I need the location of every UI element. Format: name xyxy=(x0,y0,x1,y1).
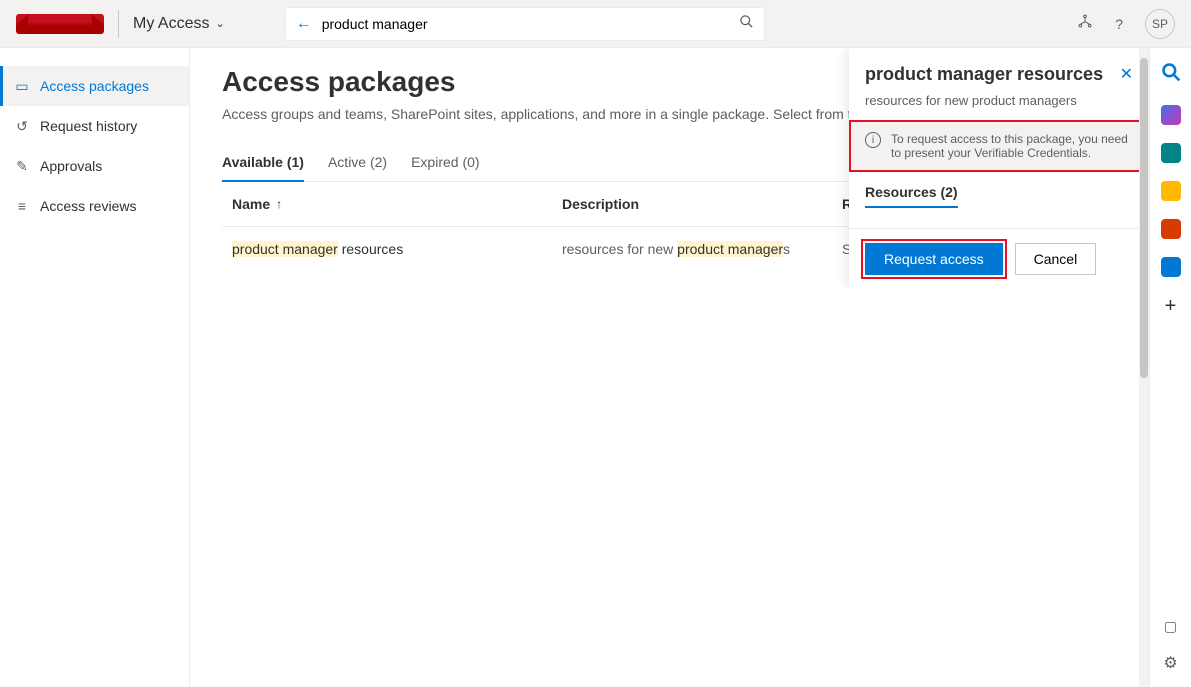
search-bar[interactable]: ← xyxy=(285,7,765,41)
app-switcher[interactable]: My Access ⌄ xyxy=(133,15,225,33)
sidebar-item-label: Request history xyxy=(40,118,137,134)
help-icon[interactable]: ? xyxy=(1115,16,1123,32)
app-name-label: My Access xyxy=(133,15,209,33)
rail-add-icon[interactable]: + xyxy=(1165,295,1177,318)
sidebar-item-label: Access reviews xyxy=(40,198,136,214)
sidebar: ▭ Access packages ↺ Request history ✎ Ap… xyxy=(0,48,190,687)
review-icon: ≡ xyxy=(14,198,30,214)
rail-office-icon[interactable] xyxy=(1161,219,1181,239)
tab-expired[interactable]: Expired (0) xyxy=(411,148,479,181)
highlight: product manager xyxy=(232,241,338,257)
info-icon: i xyxy=(865,132,881,148)
top-bar: My Access ⌄ ← ? SP xyxy=(0,0,1191,48)
search-icon[interactable] xyxy=(739,14,754,33)
close-icon[interactable]: ✕ xyxy=(1120,64,1133,84)
top-right-actions: ? SP xyxy=(1077,9,1175,39)
col-header-description[interactable]: Description xyxy=(562,196,842,212)
rail-briefcase-icon[interactable] xyxy=(1161,143,1181,163)
rail-outlook-icon[interactable] xyxy=(1161,257,1181,277)
scrollbar[interactable] xyxy=(1139,48,1149,687)
cell-description: resources for new product managers xyxy=(562,241,842,257)
approval-icon: ✎ xyxy=(14,158,30,175)
request-access-button[interactable]: Request access xyxy=(865,243,1003,275)
text: resources for new xyxy=(562,241,677,257)
right-rail: + ▢ ⚙ xyxy=(1149,48,1191,687)
rail-expand-icon[interactable]: ▢ xyxy=(1164,618,1177,635)
resources-tab[interactable]: Resources (2) xyxy=(865,184,958,208)
org-icon[interactable] xyxy=(1077,13,1093,34)
history-icon: ↺ xyxy=(14,118,30,135)
highlight: product manager xyxy=(677,241,783,257)
rail-search-icon[interactable] xyxy=(1161,62,1181,87)
sidebar-item-label: Approvals xyxy=(40,158,102,174)
content-wrapper: Access packages Access groups and teams,… xyxy=(190,48,1191,687)
tab-active[interactable]: Active (2) xyxy=(328,148,387,181)
divider xyxy=(118,10,119,38)
rail-settings-icon[interactable]: ⚙ xyxy=(1163,653,1177,673)
text: resources xyxy=(338,241,403,257)
rail-people-icon[interactable] xyxy=(1161,181,1181,201)
panel-title: product manager resources xyxy=(865,64,1103,85)
sort-up-icon: ↑ xyxy=(276,197,282,211)
info-text: To request access to this package, you n… xyxy=(891,132,1133,160)
back-arrow-icon[interactable]: ← xyxy=(296,15,312,33)
tab-available[interactable]: Available (1) xyxy=(222,148,304,182)
sidebar-item-approvals[interactable]: ✎ Approvals xyxy=(0,146,189,186)
rail-copilot-icon[interactable] xyxy=(1161,105,1181,125)
search-input[interactable] xyxy=(322,16,729,32)
panel-subtitle: resources for new product managers xyxy=(865,93,1133,108)
layout: ▭ Access packages ↺ Request history ✎ Ap… xyxy=(0,48,1191,687)
tenant-logo xyxy=(16,14,104,34)
details-body: product manager resources ✕ resources fo… xyxy=(849,48,1149,228)
panel-footer: Request access Cancel xyxy=(849,228,1149,289)
text: s xyxy=(783,241,790,257)
col-header-name-label: Name xyxy=(232,196,270,212)
package-icon: ▭ xyxy=(14,78,30,95)
avatar[interactable]: SP xyxy=(1145,9,1175,39)
col-header-name[interactable]: Name ↑ xyxy=(232,196,562,212)
sidebar-item-label: Access packages xyxy=(40,78,149,94)
cancel-button[interactable]: Cancel xyxy=(1015,243,1097,275)
sidebar-item-access-packages[interactable]: ▭ Access packages xyxy=(0,66,189,106)
main-content: Access packages Access groups and teams,… xyxy=(190,48,1149,289)
sidebar-item-request-history[interactable]: ↺ Request history xyxy=(0,106,189,146)
info-banner: i To request access to this package, you… xyxy=(849,120,1149,172)
sidebar-item-access-reviews[interactable]: ≡ Access reviews xyxy=(0,186,189,226)
chevron-down-icon: ⌄ xyxy=(215,17,224,30)
cell-name: product manager resources xyxy=(232,241,562,257)
details-panel: product manager resources ✕ resources fo… xyxy=(849,48,1149,289)
